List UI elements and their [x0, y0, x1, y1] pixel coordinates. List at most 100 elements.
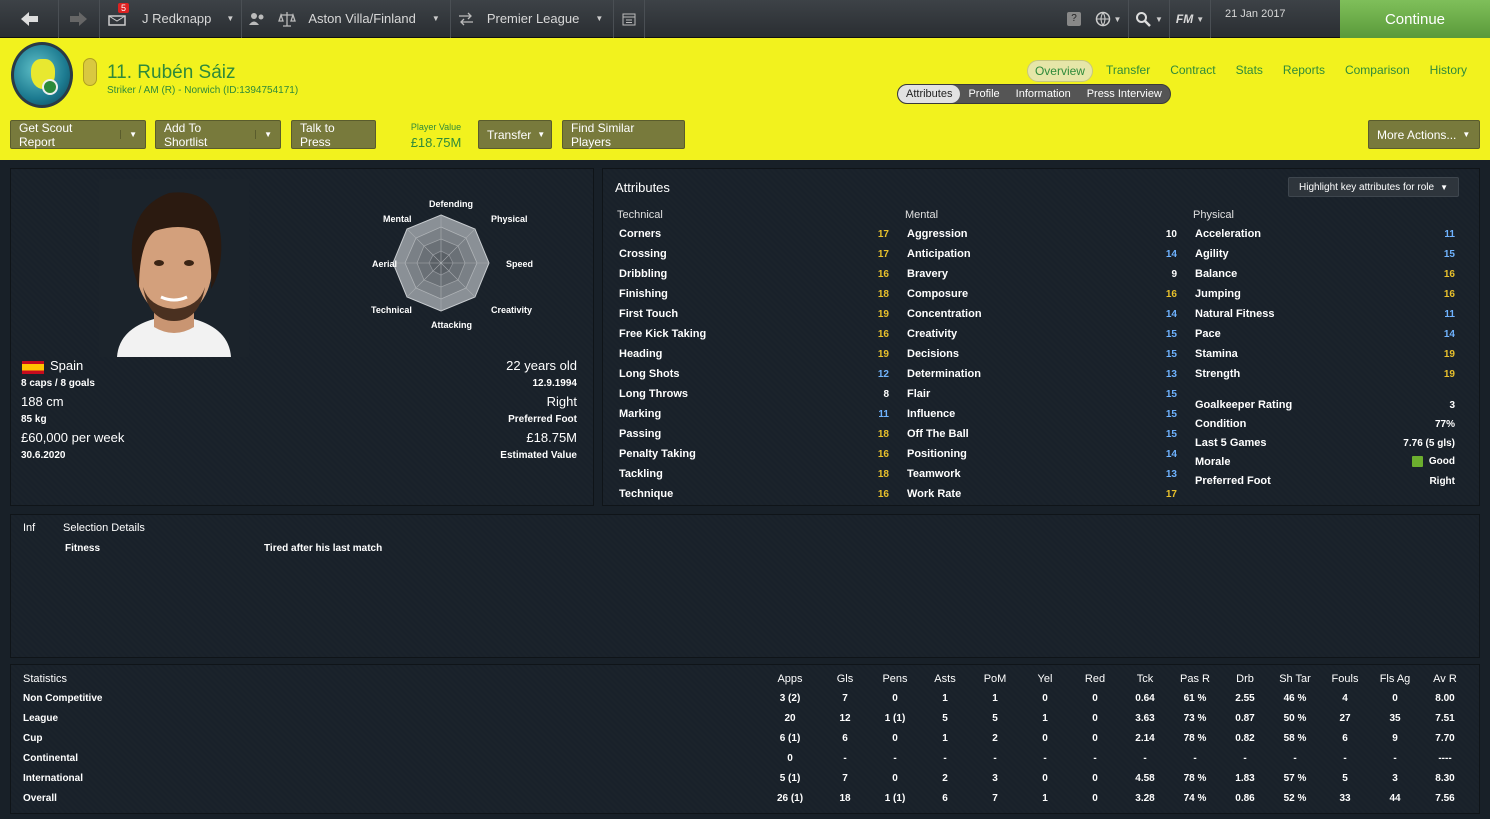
club-dropdown[interactable]: ▼	[422, 0, 450, 38]
subtab-information[interactable]: Information	[1008, 85, 1079, 103]
attribute-row-positioning[interactable]: Positioning 14	[907, 444, 1177, 464]
stats-header-av-r[interactable]: Av R	[1420, 673, 1470, 685]
chevron-down-icon[interactable]: ▼	[120, 130, 137, 139]
tab-overview[interactable]: Overview	[1026, 60, 1093, 82]
search-button[interactable]: ▼	[1129, 0, 1169, 38]
inbox-button[interactable]: 5	[100, 0, 134, 38]
stats-header-pens[interactable]: Pens	[870, 673, 920, 685]
stats-header-sh-tar[interactable]: Sh Tar	[1270, 673, 1320, 685]
tab-stats[interactable]: Stats	[1229, 60, 1270, 82]
attribute-row-penalty-taking[interactable]: Penalty Taking 16	[619, 444, 889, 464]
chevron-down-icon[interactable]: ▼	[255, 130, 272, 139]
attribute-row-marking[interactable]: Marking 11	[619, 404, 889, 424]
stats-header-drb[interactable]: Drb	[1220, 673, 1270, 685]
attribute-row-influence[interactable]: Influence 15	[907, 404, 1177, 424]
find-similar-players-button[interactable]: Find Similar Players	[562, 120, 685, 149]
attribute-row-heading[interactable]: Heading 19	[619, 344, 889, 364]
manager-menu[interactable]: J Redknapp	[134, 0, 219, 38]
attribute-row-determination[interactable]: Determination 13	[907, 364, 1177, 384]
stats-cell: -	[1193, 753, 1197, 764]
stats-header-pom[interactable]: PoM	[970, 673, 1020, 685]
attribute-row-balance[interactable]: Balance 16	[1195, 264, 1455, 284]
attribute-row-passing[interactable]: Passing 18	[619, 424, 889, 444]
manager-dropdown[interactable]: ▼	[219, 0, 241, 38]
subtab-profile[interactable]: Profile	[960, 85, 1007, 103]
transfer-button[interactable]: Transfer ▼	[478, 120, 552, 149]
attribute-row-concentration[interactable]: Concentration 14	[907, 304, 1177, 324]
stats-cell: 7.56	[1435, 793, 1455, 804]
highlight-key-attributes-dropdown[interactable]: Highlight key attributes for role ▼	[1288, 177, 1459, 197]
stats-cell: 1	[992, 693, 998, 704]
competition-dropdown[interactable]: ▼	[585, 0, 613, 38]
attribute-row-work-rate[interactable]: Work Rate 17	[907, 484, 1177, 504]
stats-header-yel[interactable]: Yel	[1020, 673, 1070, 685]
competition-menu[interactable]: Premier League	[481, 0, 586, 38]
attribute-row-technique[interactable]: Technique 16	[619, 484, 889, 504]
club-badge[interactable]	[11, 42, 73, 108]
staff-button[interactable]	[242, 0, 272, 38]
tab-history[interactable]: History	[1423, 60, 1474, 82]
scales-button[interactable]	[272, 0, 302, 38]
stats-header-apps[interactable]: Apps	[765, 673, 815, 685]
subtab-press-interview[interactable]: Press Interview	[1079, 85, 1170, 103]
talk-to-press-label: Talk to Press	[300, 120, 335, 149]
attribute-name: Influence	[907, 408, 956, 420]
add-to-shortlist-button[interactable]: Add To Shortlist ▼	[155, 120, 281, 149]
nationality[interactable]: Spain	[50, 358, 83, 373]
competition-switch-button[interactable]	[451, 0, 481, 38]
continue-button[interactable]: Continue	[1340, 0, 1490, 38]
attribute-row-stamina[interactable]: Stamina 19	[1195, 344, 1455, 364]
tab-contract[interactable]: Contract	[1163, 60, 1222, 82]
attribute-row-crossing[interactable]: Crossing 17	[619, 244, 889, 264]
attribute-row-off-the-ball[interactable]: Off The Ball 15	[907, 424, 1177, 444]
subtab-attributes[interactable]: Attributes	[898, 85, 961, 103]
attribute-row-anticipation[interactable]: Anticipation 14	[907, 244, 1177, 264]
attribute-row-tackling[interactable]: Tackling 18	[619, 464, 889, 484]
attribute-row-finishing[interactable]: Finishing 18	[619, 284, 889, 304]
world-button[interactable]: ▼	[1088, 0, 1128, 38]
attribute-row-corners[interactable]: Corners 17	[619, 224, 889, 244]
attribute-row-acceleration[interactable]: Acceleration 11	[1195, 224, 1455, 244]
wage: £60,000 per week	[21, 430, 125, 445]
more-actions-button[interactable]: More Actions... ▼	[1368, 120, 1480, 149]
attribute-row-dribbling[interactable]: Dribbling 16	[619, 264, 889, 284]
stats-header-pas-r[interactable]: Pas R	[1170, 673, 1220, 685]
attribute-row-strength[interactable]: Strength 19	[1195, 364, 1455, 384]
fm-menu-button[interactable]: FM ▼	[1170, 0, 1210, 38]
club-menu[interactable]: Aston Villa/Finland	[302, 0, 421, 38]
favourite-toggle[interactable]	[83, 58, 97, 86]
stats-header-gls[interactable]: Gls	[820, 673, 870, 685]
attribute-row-long-shots[interactable]: Long Shots 12	[619, 364, 889, 384]
stats-row-label-non-competitive: Non Competitive	[23, 693, 103, 704]
tab-transfer[interactable]: Transfer	[1099, 60, 1157, 82]
tab-comparison[interactable]: Comparison	[1338, 60, 1417, 82]
tab-reports[interactable]: Reports	[1276, 60, 1332, 82]
attribute-row-long-throws[interactable]: Long Throws 8	[619, 384, 889, 404]
attribute-row-agility[interactable]: Agility 15	[1195, 244, 1455, 264]
back-button[interactable]	[0, 0, 58, 38]
player-subtitle[interactable]: Striker / AM (R) - Norwich (ID:139475417…	[107, 85, 298, 96]
attribute-row-teamwork[interactable]: Teamwork 13	[907, 464, 1177, 484]
attribute-row-natural-fitness[interactable]: Natural Fitness 11	[1195, 304, 1455, 324]
stats-header-tck[interactable]: Tck	[1120, 673, 1170, 685]
attribute-row-bravery[interactable]: Bravery 9	[907, 264, 1177, 284]
attribute-row-jumping[interactable]: Jumping 16	[1195, 284, 1455, 304]
stats-header-asts[interactable]: Asts	[920, 673, 970, 685]
attribute-row-decisions[interactable]: Decisions 15	[907, 344, 1177, 364]
stats-header-fls-ag[interactable]: Fls Ag	[1370, 673, 1420, 685]
stats-header-red[interactable]: Red	[1070, 673, 1120, 685]
attribute-row-aggression[interactable]: Aggression 10	[907, 224, 1177, 244]
stats-header-fouls[interactable]: Fouls	[1320, 673, 1370, 685]
attribute-row-creativity[interactable]: Creativity 15	[907, 324, 1177, 344]
attribute-row-flair[interactable]: Flair 15	[907, 384, 1177, 404]
talk-to-press-button[interactable]: Talk to Press	[291, 120, 376, 149]
calendar-button[interactable]	[614, 0, 644, 38]
attribute-row-composure[interactable]: Composure 16	[907, 284, 1177, 304]
attribute-row-pace[interactable]: Pace 14	[1195, 324, 1455, 344]
help-button[interactable]: ?	[1060, 0, 1088, 38]
attribute-row-free-kick-taking[interactable]: Free Kick Taking 16	[619, 324, 889, 344]
scout-report-button[interactable]: Get Scout Report ▼	[10, 120, 146, 149]
date-menu[interactable]: 21 Jan 2017	[1211, 0, 1311, 38]
forward-button[interactable]	[59, 0, 99, 38]
attribute-row-first-touch[interactable]: First Touch 19	[619, 304, 889, 324]
